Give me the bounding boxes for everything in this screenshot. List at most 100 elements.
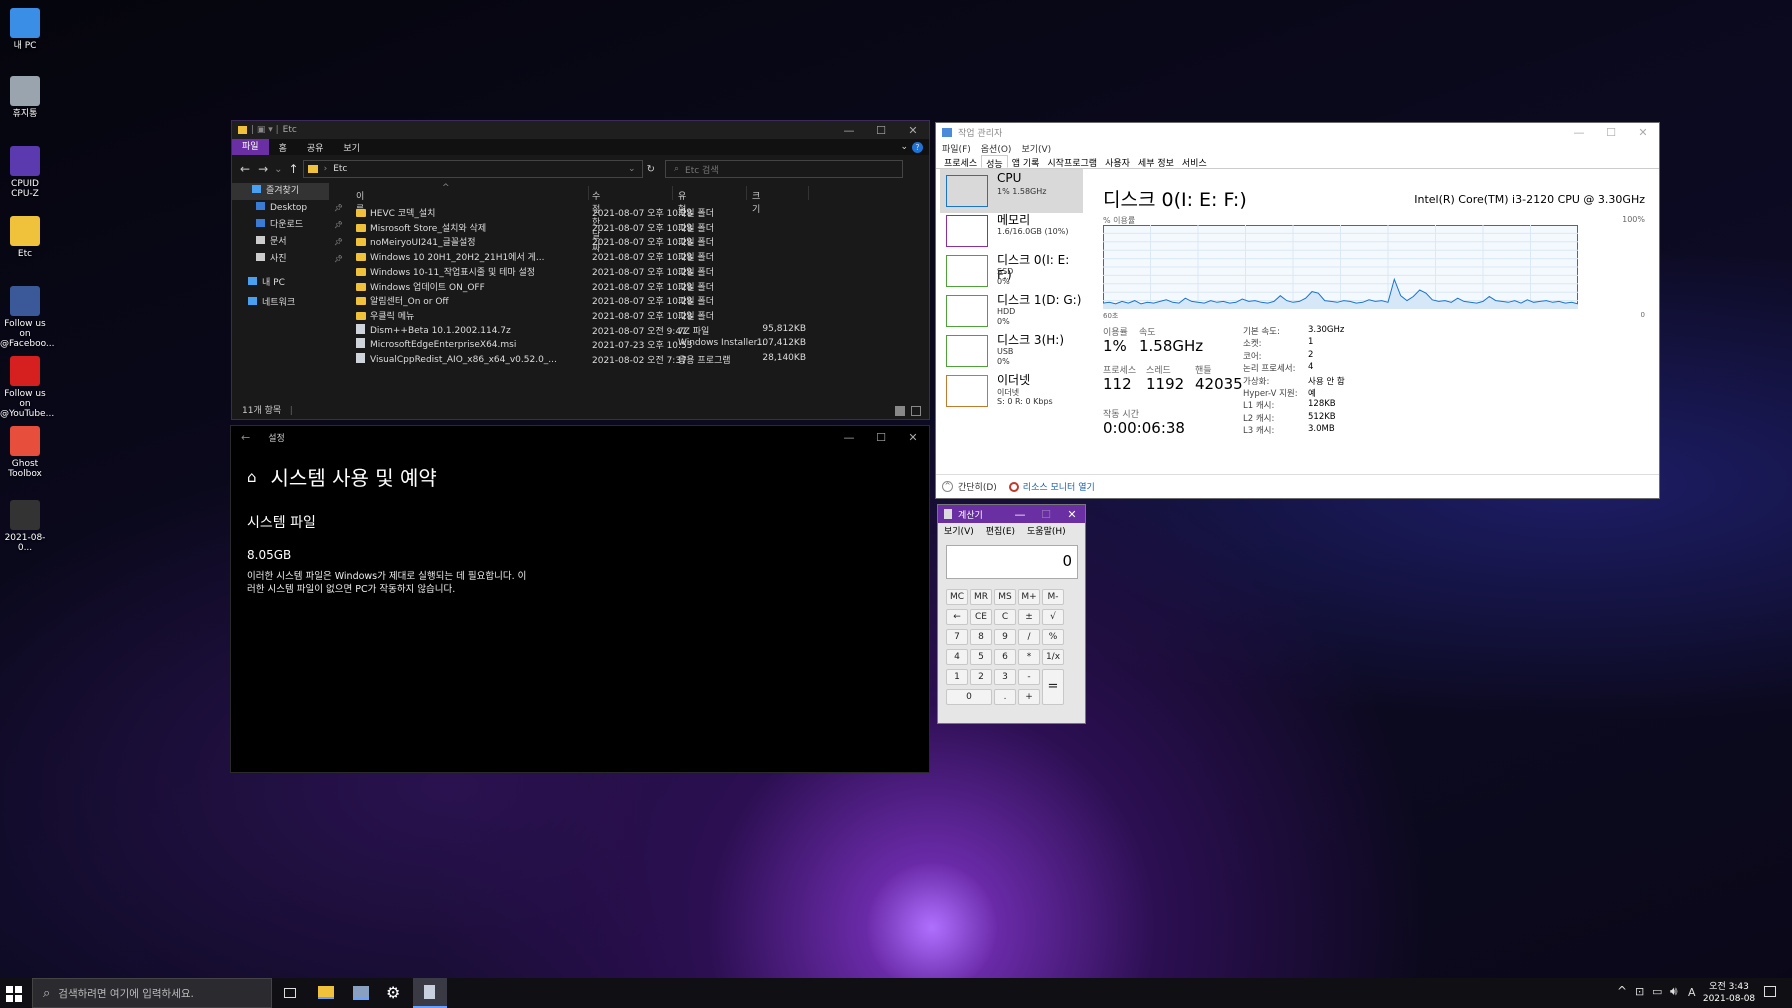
- file-row[interactable]: 우클릭 메뉴 2021-08-07 오후 10:28 파일 폴더: [352, 308, 812, 323]
- file-row[interactable]: MicrosoftEdgeEnterpriseX64.msi 2021-07-23…: [352, 337, 812, 352]
- menu-help[interactable]: 도움말(H): [1027, 524, 1066, 537]
- fewer-details-link[interactable]: 간단히(D): [958, 480, 997, 493]
- tab-1[interactable]: 성능: [981, 155, 1008, 170]
- taskmgr-titlebar[interactable]: 작업 관리자 — ☐ ✕: [936, 123, 1659, 141]
- file-row[interactable]: Windows 업데이트 ON_OFF 2021-08-07 오후 10:28 파일…: [352, 279, 812, 294]
- menu-options[interactable]: 옵션(O): [981, 142, 1012, 155]
- taskbar-settings-icon[interactable]: ⚙: [386, 983, 400, 1002]
- minimize-button[interactable]: —: [1007, 508, 1033, 521]
- calc-key[interactable]: /: [1018, 629, 1040, 645]
- ime-indicator[interactable]: A: [1688, 986, 1696, 999]
- calc-key[interactable]: 6: [994, 649, 1016, 665]
- calc-key[interactable]: CE: [970, 609, 992, 625]
- calc-key[interactable]: MS: [994, 589, 1016, 605]
- tab-5[interactable]: 세부 정보: [1134, 155, 1178, 169]
- calc-key[interactable]: 0: [946, 689, 992, 705]
- taskbar-calculator-icon[interactable]: [413, 978, 447, 1008]
- close-button[interactable]: ✕: [1059, 508, 1085, 521]
- desktop-icon[interactable]: 내 PC: [0, 8, 50, 51]
- up-icon[interactable]: ↑: [289, 162, 299, 176]
- notification-center-icon[interactable]: [1764, 986, 1776, 997]
- tab-3[interactable]: 시작프로그램: [1043, 155, 1101, 169]
- address-dropdown-icon[interactable]: ⌄: [628, 164, 636, 174]
- desktop-icon[interactable]: Etc: [0, 216, 50, 259]
- clock[interactable]: 오전 3:43 2021-08-08: [1700, 981, 1758, 1005]
- resource-item[interactable]: 디스크 3(H:) USB 0%: [940, 329, 1083, 373]
- maximize-button[interactable]: ☐: [865, 124, 897, 137]
- file-row[interactable]: noMeiryoUI241_글꼴설정 2021-08-07 오후 10:28 파일 …: [352, 234, 812, 249]
- resource-item[interactable]: 메모리 1.6/16.0GB (10%): [940, 209, 1083, 253]
- close-button[interactable]: ✕: [1627, 126, 1659, 139]
- calc-key[interactable]: 4: [946, 649, 968, 665]
- nav-item[interactable]: 내 PC: [244, 275, 345, 292]
- calc-key[interactable]: 5: [970, 649, 992, 665]
- details-view-icon[interactable]: [895, 406, 905, 416]
- refresh-icon[interactable]: ↻: [647, 164, 655, 175]
- nav-item[interactable]: 다운로드 📌︎: [252, 217, 345, 234]
- menu-view[interactable]: 보기(V): [944, 524, 974, 537]
- file-row[interactable]: Windows 10 20H1_20H2_21H1에서 게... 2021-08-…: [352, 249, 812, 264]
- ribbon-tab-home[interactable]: 홈: [269, 141, 297, 154]
- resource-item[interactable]: 디스크 0(I: E: F:) SSD 0%: [940, 249, 1083, 293]
- back-icon[interactable]: ←: [240, 162, 250, 176]
- maximize-button[interactable]: ☐: [1595, 126, 1627, 139]
- calc-key[interactable]: 8: [970, 629, 992, 645]
- open-resource-monitor-link[interactable]: 리소스 모니터 열기: [1023, 480, 1095, 493]
- explorer-titlebar[interactable]: | ▣ ▾ | Etc — ☐ ✕: [232, 121, 929, 139]
- calc-key[interactable]: .: [994, 689, 1016, 705]
- menu-file[interactable]: 파일(F): [942, 142, 971, 155]
- desktop-icon[interactable]: 휴지통: [0, 76, 50, 119]
- calc-key[interactable]: √: [1042, 609, 1064, 625]
- taskbar-search-box[interactable]: ⌕ 검색하려면 여기에 입력하세요.: [32, 978, 272, 1008]
- resource-item[interactable]: 이더넷 이더넷 S: 0 R: 0 Kbps: [940, 369, 1083, 413]
- calc-key[interactable]: ±: [1018, 609, 1040, 625]
- calc-key[interactable]: MC: [946, 589, 968, 605]
- menu-view[interactable]: 보기(V): [1021, 142, 1051, 155]
- calc-key[interactable]: 2: [970, 669, 992, 685]
- tab-6[interactable]: 서비스: [1178, 155, 1211, 169]
- calc-key[interactable]: 9: [994, 629, 1016, 645]
- nav-item[interactable]: 네트워크: [244, 295, 345, 312]
- ribbon-tab-view[interactable]: 보기: [333, 141, 370, 154]
- file-row[interactable]: VisualCppRedist_AIO_x86_x64_v0.52.0_... 2…: [352, 352, 812, 367]
- calc-key[interactable]: =: [1042, 669, 1064, 705]
- desktop-icon[interactable]: CPUID CPU-Z: [0, 146, 50, 199]
- home-icon[interactable]: ⌂: [247, 468, 257, 486]
- volume-tray-icon[interactable]: 🔊︎: [1670, 984, 1678, 999]
- nav-item[interactable]: 즐겨찾기: [232, 183, 329, 200]
- calc-key[interactable]: 1/x: [1042, 649, 1064, 665]
- tray-chevron-icon[interactable]: ^: [1617, 984, 1627, 998]
- settings-titlebar[interactable]: ← 설정 — ☐ ✕: [231, 426, 929, 448]
- nav-item[interactable]: 사진 📌︎: [252, 251, 345, 268]
- quick-access-toolbar[interactable]: | ▣ ▾ |: [251, 125, 279, 135]
- calc-key[interactable]: M+: [1018, 589, 1040, 605]
- ribbon-expand-icon[interactable]: ⌄: [896, 142, 912, 152]
- calc-key[interactable]: ←: [946, 609, 968, 625]
- back-icon[interactable]: ←: [241, 431, 250, 444]
- file-row[interactable]: Dism++Beta 10.1.2002.114.7z 2021-08-07 오전…: [352, 323, 812, 338]
- ribbon-tab-file[interactable]: 파일: [232, 139, 269, 155]
- calc-key[interactable]: M-: [1042, 589, 1064, 605]
- calc-key[interactable]: 1: [946, 669, 968, 685]
- file-row[interactable]: Windows 10-11_작업표시줄 및 테마 설정 2021-08-07 오후…: [352, 264, 812, 279]
- forward-icon[interactable]: →: [258, 162, 268, 176]
- close-button[interactable]: ✕: [897, 124, 929, 137]
- maximize-button[interactable]: ☐: [865, 431, 897, 444]
- large-icons-view-icon[interactable]: [911, 406, 921, 416]
- tab-4[interactable]: 사용자: [1101, 155, 1134, 169]
- desktop-icon[interactable]: 2021-08-0...: [0, 500, 50, 553]
- calc-key[interactable]: 7: [946, 629, 968, 645]
- calc-key[interactable]: -: [1018, 669, 1040, 685]
- ribbon-tab-share[interactable]: 공유: [297, 141, 334, 154]
- collapse-icon[interactable]: ^: [942, 481, 953, 492]
- search-box[interactable]: ⌕ Etc 검색: [664, 160, 903, 178]
- resource-item[interactable]: CPU 1% 1.58GHz: [940, 169, 1083, 213]
- minimize-button[interactable]: —: [1563, 126, 1595, 139]
- nav-item[interactable]: 문서 📌︎: [252, 234, 345, 251]
- calc-key[interactable]: MR: [970, 589, 992, 605]
- file-row[interactable]: Misrosoft Store_설치와 삭제 2021-08-07 오후 10:2…: [352, 220, 812, 235]
- help-icon[interactable]: ?: [912, 141, 923, 153]
- calc-key[interactable]: 3: [994, 669, 1016, 685]
- address-bar[interactable]: › Etc ⌄: [302, 160, 643, 178]
- tab-2[interactable]: 앱 기록: [1008, 155, 1044, 169]
